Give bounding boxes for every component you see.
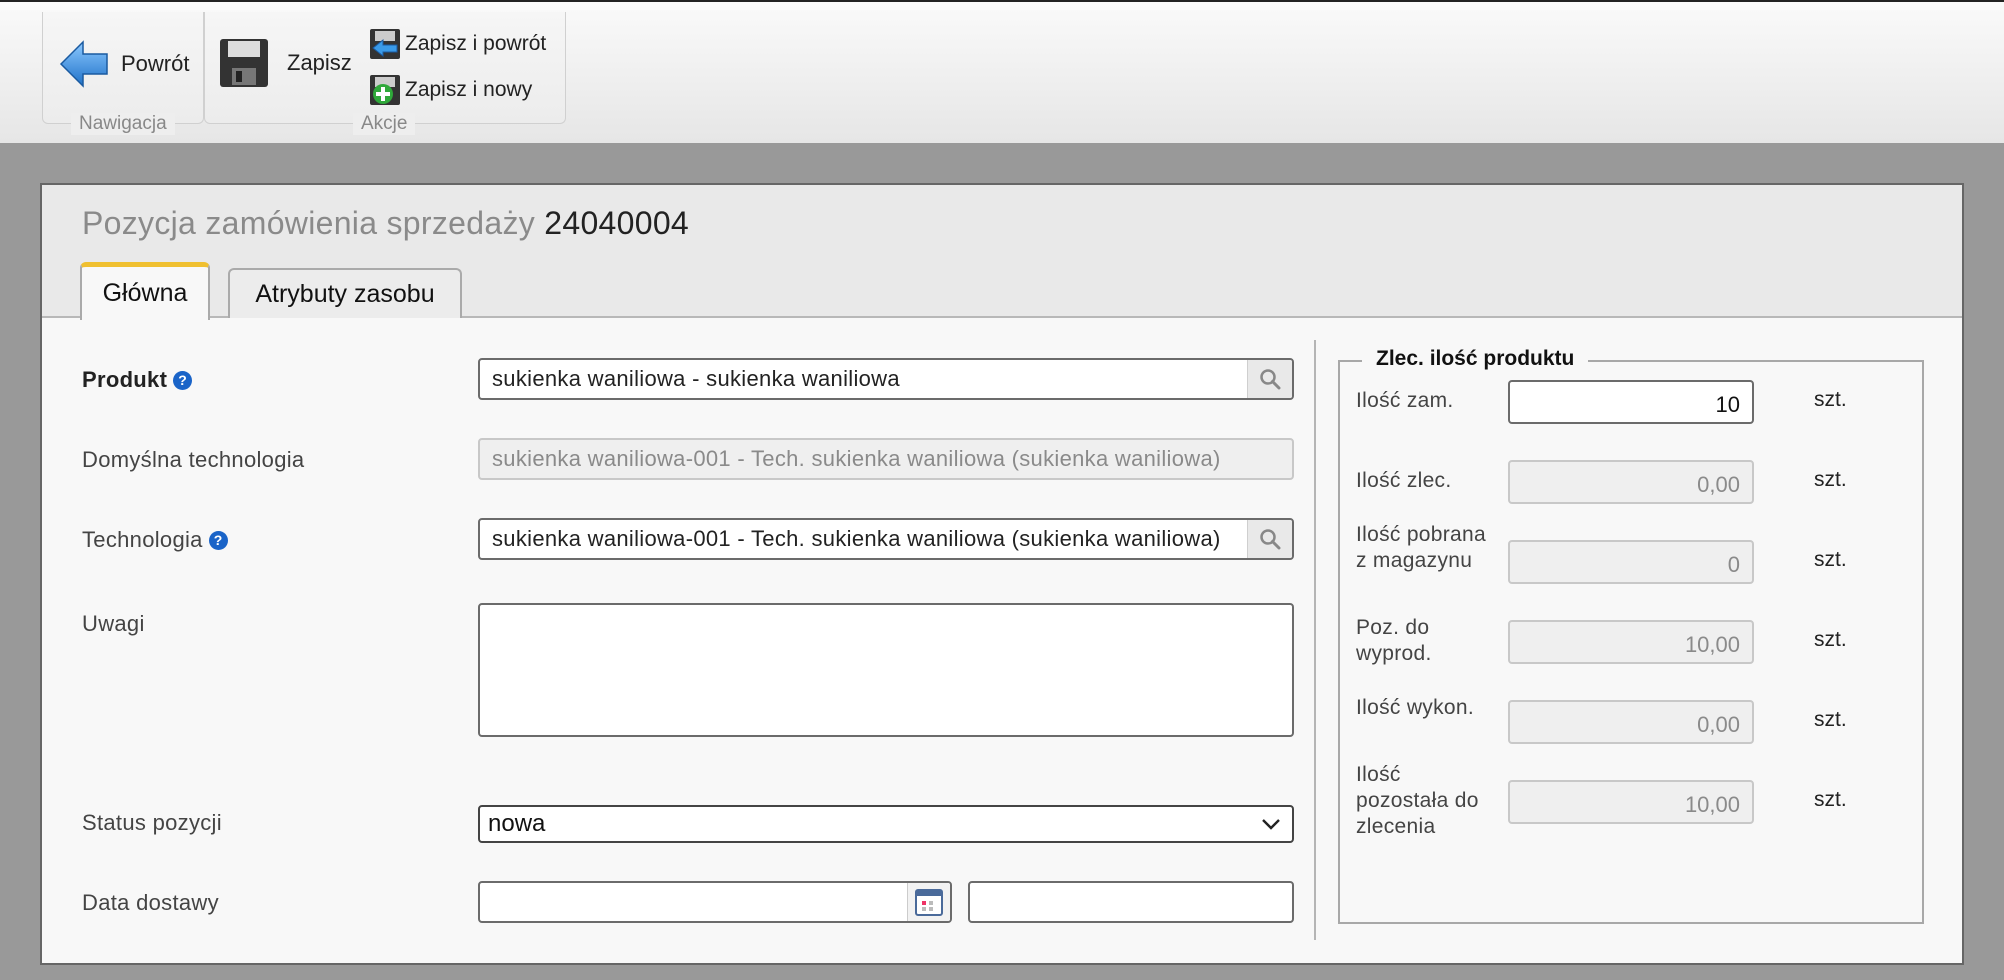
status-select[interactable]: nowa xyxy=(478,805,1294,843)
default-technology-field: sukienka waniliowa-001 - Tech. sukienka … xyxy=(478,438,1294,480)
to-produce-quantity-field: 10,00 xyxy=(1508,620,1754,664)
default-technology-value: sukienka waniliowa-001 - Tech. sukienka … xyxy=(492,446,1221,471)
notes-label: Uwagi xyxy=(82,611,145,636)
back-button[interactable]: Powrót xyxy=(59,38,189,90)
warehouse-issued-quantity-field: 0 xyxy=(1508,540,1754,584)
group-label-actions: Akcje xyxy=(353,113,416,135)
actions-group: Zapisz Zapisz i powrót Zapisz i nowy Akc… xyxy=(204,12,566,135)
unit-label: szt. xyxy=(1814,788,1847,811)
help-icon[interactable]: ? xyxy=(208,531,228,550)
done-quantity-label: Ilość wykon. xyxy=(1356,696,1474,719)
save-and-new-label: Zapisz i nowy xyxy=(405,78,533,101)
technology-label: Technologia? xyxy=(82,527,228,553)
tab-main[interactable]: Główna xyxy=(80,262,210,320)
default-technology-label: Domyślna technologia xyxy=(82,447,305,472)
chevron-down-icon xyxy=(1262,819,1280,830)
unit-label: szt. xyxy=(1814,628,1847,651)
tab-resource-attributes-label: Atrybuty zasobu xyxy=(255,279,435,308)
save-and-new-icon xyxy=(370,75,400,105)
save-button-label: Zapisz xyxy=(287,50,352,75)
column-divider xyxy=(1314,340,1316,940)
order-item-panel: Pozycja zamówienia sprzedaży 24040004 Gł… xyxy=(40,183,1964,965)
order-number: 24040004 xyxy=(544,205,690,241)
tab-resource-attributes[interactable]: Atrybuty zasobu xyxy=(228,268,462,318)
warehouse-issued-quantity-label: Ilość pobrana z magazynu xyxy=(1356,523,1486,572)
group-label-navigation: Nawigacja xyxy=(71,113,175,135)
product-label-text: Produkt xyxy=(82,367,168,392)
commissioned-quantity-field: 0,00 xyxy=(1508,460,1754,504)
technology-input[interactable]: sukienka waniliowa-001 - Tech. sukienka … xyxy=(492,526,1247,552)
unit-label: szt. xyxy=(1814,548,1847,571)
remaining-quantity-field: 10,00 xyxy=(1508,780,1754,824)
status-label: Status pozycji xyxy=(82,810,222,835)
technology-label-text: Technologia xyxy=(82,527,203,552)
quantities-legend: Zlec. ilość produktu xyxy=(1362,347,1589,371)
done-quantity-field: 0,00 xyxy=(1508,700,1754,744)
ordered-quantity-label: Ilość zam. xyxy=(1356,389,1454,412)
save-button[interactable]: Zapisz xyxy=(219,38,352,88)
save-and-back-label: Zapisz i powrót xyxy=(405,32,547,55)
remaining-quantity-label: Ilość pozostała do zlecenia xyxy=(1356,763,1479,838)
product-lookup-field[interactable]: sukienka waniliowa - sukienka waniliowa xyxy=(478,358,1294,400)
delivery-date-input[interactable] xyxy=(478,881,952,923)
product-search-icon[interactable] xyxy=(1247,360,1292,398)
save-and-back-button[interactable]: Zapisz i powrót xyxy=(369,28,546,60)
back-arrow-icon xyxy=(59,40,108,88)
floppy-disk-icon xyxy=(220,39,268,87)
product-label: Produkt? xyxy=(82,367,193,393)
delivery-time-input[interactable] xyxy=(968,881,1294,923)
technology-search-icon[interactable] xyxy=(1247,520,1292,558)
tab-main-label: Główna xyxy=(102,279,188,307)
page-title-text: Pozycja zamówienia sprzedaży xyxy=(82,205,536,241)
delivery-date-label: Data dostawy xyxy=(82,890,219,915)
commissioned-quantity-label: Ilość zlec. xyxy=(1356,469,1452,492)
status-selected-value: nowa xyxy=(488,810,546,837)
unit-label: szt. xyxy=(1814,468,1847,491)
product-input[interactable]: sukienka waniliowa - sukienka waniliowa xyxy=(492,366,1247,392)
back-button-label: Powrót xyxy=(121,51,190,76)
notes-textarea[interactable] xyxy=(478,603,1294,737)
unit-label: szt. xyxy=(1814,708,1847,731)
ordered-quantity-input[interactable]: 10 xyxy=(1508,380,1754,424)
save-and-new-button[interactable]: Zapisz i nowy xyxy=(369,74,532,106)
technology-lookup-field[interactable]: sukienka waniliowa-001 - Tech. sukienka … xyxy=(478,518,1294,560)
calendar-icon[interactable] xyxy=(907,883,950,921)
help-icon[interactable]: ? xyxy=(173,371,193,390)
page-title: Pozycja zamówienia sprzedaży 24040004 xyxy=(82,205,689,242)
ribbon-toolbar: Powrót Nawigacja Zapisz Zapisz i powrót xyxy=(0,0,2004,143)
save-and-back-icon xyxy=(370,29,400,59)
panel-header: Pozycja zamówienia sprzedaży 24040004 Gł… xyxy=(42,185,1962,320)
navigation-group: Powrót Nawigacja xyxy=(42,12,204,135)
to-produce-quantity-label: Poz. do wyprod. xyxy=(1356,616,1432,665)
unit-label: szt. xyxy=(1814,388,1847,411)
